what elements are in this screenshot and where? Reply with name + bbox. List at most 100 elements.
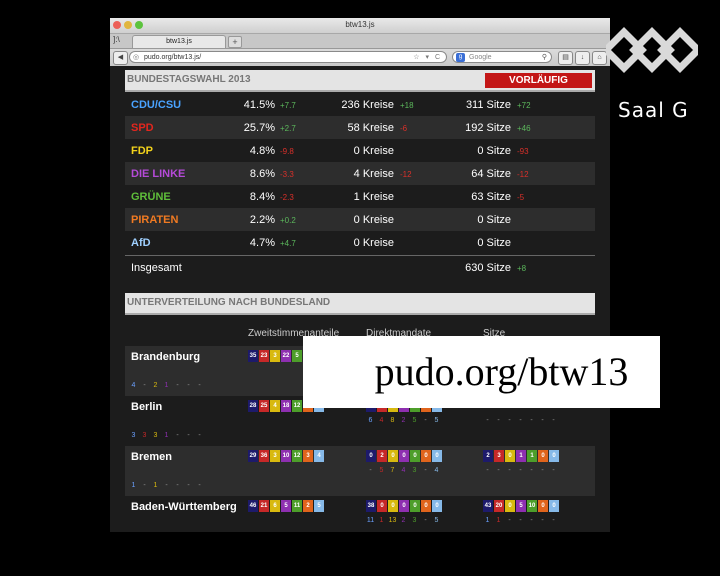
total-seats: 630 Sitze bbox=[465, 262, 511, 274]
party-share-delta: -3.3 bbox=[280, 170, 294, 179]
download-icon[interactable]: ↓ bbox=[575, 51, 590, 65]
bookmarks-icon[interactable]: ▤ bbox=[558, 51, 573, 65]
state-seat-deltas: ------- bbox=[482, 417, 559, 424]
party-districts-delta: -12 bbox=[400, 170, 412, 179]
state-share-deltas-value: - bbox=[176, 382, 179, 389]
state-shares-box: 28 bbox=[248, 400, 258, 412]
state-shares-box: 3 bbox=[270, 350, 280, 362]
state-seats-box: 43 bbox=[483, 500, 493, 512]
state-seat-deltas: ------- bbox=[482, 467, 559, 474]
state-seat-deltas-value: - bbox=[508, 467, 511, 474]
state-shares-box: 21 bbox=[259, 500, 269, 512]
state-seat-deltas-value: - bbox=[486, 467, 489, 474]
state-seat-deltas-value: - bbox=[541, 467, 544, 474]
overlay-text: pudo.org/btw13 bbox=[374, 349, 629, 394]
state-direct-box: 0 bbox=[366, 450, 376, 462]
state-direct-deltas-value: 2 bbox=[401, 517, 406, 524]
state-direct-box: 0 bbox=[421, 500, 431, 512]
navigation-bar: ◀ ◎ pudo.org/btw13.js/ ☆ ▾ C g Google ⚲ … bbox=[110, 49, 610, 67]
total-label: Insgesamt bbox=[131, 262, 182, 274]
state-seat-deltas-value: - bbox=[519, 467, 522, 474]
state-seats-box: 3 bbox=[494, 450, 504, 462]
reload-icon[interactable]: ☆ ▾ C bbox=[413, 52, 442, 64]
party-districts: 0 Kreise bbox=[353, 237, 394, 249]
state-seat-deltas-value: - bbox=[508, 417, 511, 424]
state-direct-deltas: 11 1 13 2 3-5 bbox=[365, 517, 442, 524]
state-shares-box: 5 bbox=[281, 500, 291, 512]
state-name: Baden-Württemberg bbox=[131, 501, 237, 513]
state-direct-box: 0 bbox=[410, 450, 420, 462]
title-bar: btw13.js bbox=[110, 18, 610, 34]
state-seat-deltas-value: - bbox=[530, 467, 533, 474]
state-seats-box: 2 bbox=[483, 450, 493, 462]
party-seats-delta: -5 bbox=[517, 193, 525, 202]
state-seats-box: 0 bbox=[549, 450, 559, 462]
state-shares-box: 10 bbox=[281, 450, 291, 462]
party-seats-delta: -93 bbox=[517, 147, 529, 156]
state-direct-deltas-value: - bbox=[369, 467, 372, 474]
party-seats: 0 Sitze bbox=[477, 237, 511, 249]
total-row: Insgesamt 630 Sitze +8 bbox=[125, 255, 595, 279]
state-seat-deltas-value: - bbox=[497, 467, 500, 474]
state-row[interactable]: Baden-Württemberg 46 21 6 5 11 2 5 38 0 0 0 0 0 0 11 1 13… bbox=[125, 496, 595, 532]
party-share-delta: -9.8 bbox=[280, 147, 294, 156]
state-direct-box: 0 bbox=[388, 450, 398, 462]
party-seats: 64 Sitze bbox=[471, 168, 511, 180]
state-seat-deltas-value: - bbox=[552, 467, 555, 474]
party-seats-delta: -12 bbox=[517, 170, 529, 179]
state-direct-deltas-value: - bbox=[424, 467, 427, 474]
state-shares-box: 29 bbox=[248, 450, 258, 462]
new-tab-button[interactable]: + bbox=[228, 36, 242, 48]
state-share-deltas-value: - bbox=[187, 482, 190, 489]
party-name: CDU/CSU bbox=[131, 99, 182, 111]
state-direct-deltas-value: 11 bbox=[366, 517, 375, 524]
party-seats: 192 Sitze bbox=[465, 122, 511, 134]
party-share-delta: +2.7 bbox=[280, 124, 296, 133]
party-share: 4.8% bbox=[249, 145, 275, 157]
party-share-delta: +7.7 bbox=[280, 101, 296, 110]
party-share-delta: +0.2 bbox=[280, 216, 296, 225]
party-districts-delta: -6 bbox=[400, 124, 408, 133]
party-share: 41.5% bbox=[243, 99, 275, 111]
state-row[interactable]: Bremen 29 36 3 10 12 3 4 1-1- - - -0 2 0 0 0 0 0-5 7 4 3-4 2 3… bbox=[125, 446, 595, 496]
state-direct-deltas: -5743-4 bbox=[365, 467, 442, 474]
state-direct-deltas-value: 3 bbox=[412, 467, 417, 474]
state-shares: 46 21 6 5 11 2 5 bbox=[248, 500, 325, 512]
state-share-deltas-value: 3 bbox=[131, 432, 136, 439]
state-seats-box: 0 bbox=[538, 450, 548, 462]
state-share-deltas-value: 4 bbox=[131, 382, 136, 389]
state-shares: 29 36 3 10 12 3 4 bbox=[248, 450, 325, 462]
party-share: 4.7% bbox=[249, 237, 275, 249]
state-name: Berlin bbox=[131, 401, 163, 413]
url-overlay-banner: pudo.org/btw13 bbox=[303, 336, 660, 408]
state-seat-deltas: 11----- bbox=[482, 517, 559, 524]
results-header: BUNDESTAGSWAHL 2013 VORLÄUFIG bbox=[125, 70, 595, 92]
tab-btw13[interactable]: btw13.js bbox=[132, 35, 226, 48]
state-share-deltas-value: 2 bbox=[153, 382, 158, 389]
state-shares-box: 35 bbox=[248, 350, 258, 362]
party-districts: 236 Kreise bbox=[341, 99, 394, 111]
state-seat-deltas-value: 1 bbox=[496, 517, 501, 524]
state-share-deltas-value: - bbox=[165, 482, 168, 489]
state-share-deltas-value: - bbox=[143, 382, 146, 389]
state-seats-box: 0 bbox=[505, 500, 515, 512]
google-icon: g bbox=[456, 53, 465, 62]
state-direct-box: 0 bbox=[377, 500, 387, 512]
state-seat-deltas-value: 1 bbox=[485, 517, 490, 524]
state-shares-box: 36 bbox=[259, 450, 269, 462]
party-seats: 0 Sitze bbox=[477, 214, 511, 226]
party-name: SPD bbox=[131, 122, 154, 134]
state-seat-deltas-value: - bbox=[552, 417, 555, 424]
home-icon[interactable]: ⌂ bbox=[592, 51, 607, 65]
back-button[interactable]: ◀ bbox=[113, 51, 128, 65]
state-seat-deltas-value: - bbox=[497, 417, 500, 424]
search-icon: ⚲ bbox=[541, 54, 547, 61]
state-name: Bremen bbox=[131, 451, 172, 463]
party-seats-delta: +46 bbox=[517, 124, 531, 133]
party-row: DIE LINKE 8.6% -3.3 4 Kreise -12 64 Sitze -12 bbox=[125, 162, 595, 185]
state-share-deltas-value: - bbox=[198, 432, 201, 439]
party-share-delta: +4.7 bbox=[280, 239, 296, 248]
address-bar[interactable]: ◎ pudo.org/btw13.js/ ☆ ▾ C bbox=[129, 51, 447, 63]
search-input[interactable]: g Google ⚲ bbox=[452, 51, 552, 63]
party-districts: 0 Kreise bbox=[353, 214, 394, 226]
